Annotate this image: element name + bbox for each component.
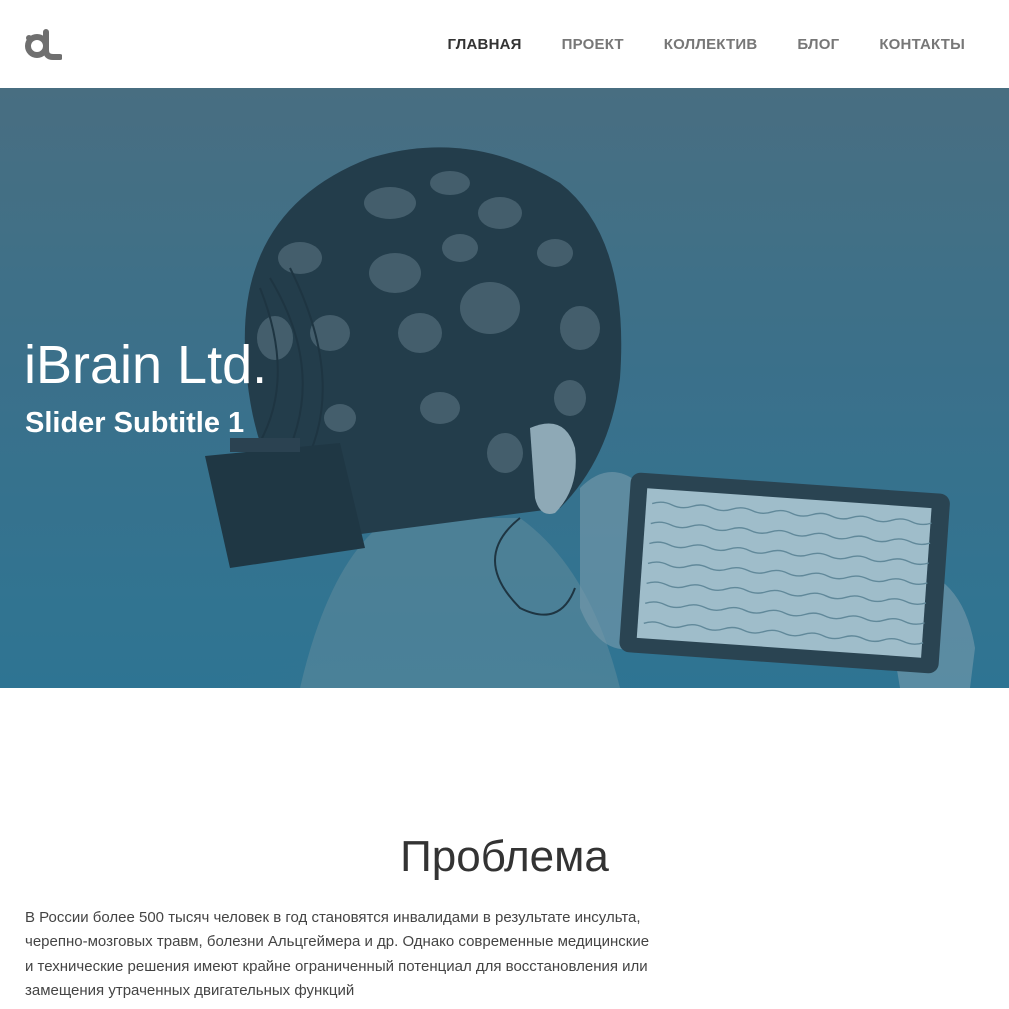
site-logo-icon[interactable] <box>24 28 63 60</box>
nav-item-team[interactable]: КОЛЛЕКТИВ <box>664 36 758 53</box>
main-nav: ГЛАВНАЯ ПРОЕКТ КОЛЛЕКТИВ БЛОГ КОНТАКТЫ <box>407 0 965 88</box>
nav-item-contacts[interactable]: КОНТАКТЫ <box>879 36 965 53</box>
site-header: ГЛАВНАЯ ПРОЕКТ КОЛЛЕКТИВ БЛОГ КОНТАКТЫ <box>0 0 1009 88</box>
hero-title: iBrain Ltd. <box>24 335 268 395</box>
problem-section-text: В России более 500 тысяч человек в год с… <box>25 909 650 999</box>
nav-item-project[interactable]: ПРОЕКТ <box>562 36 624 53</box>
hero-subtitle: Slider Subtitle 1 <box>25 407 245 439</box>
problem-section-title: Проблема <box>400 832 609 881</box>
nav-item-blog[interactable]: БЛОГ <box>797 36 839 53</box>
hero-slider: iBrain Ltd. Slider Subtitle 1 <box>0 88 1009 688</box>
nav-item-home[interactable]: ГЛАВНАЯ <box>447 36 521 53</box>
